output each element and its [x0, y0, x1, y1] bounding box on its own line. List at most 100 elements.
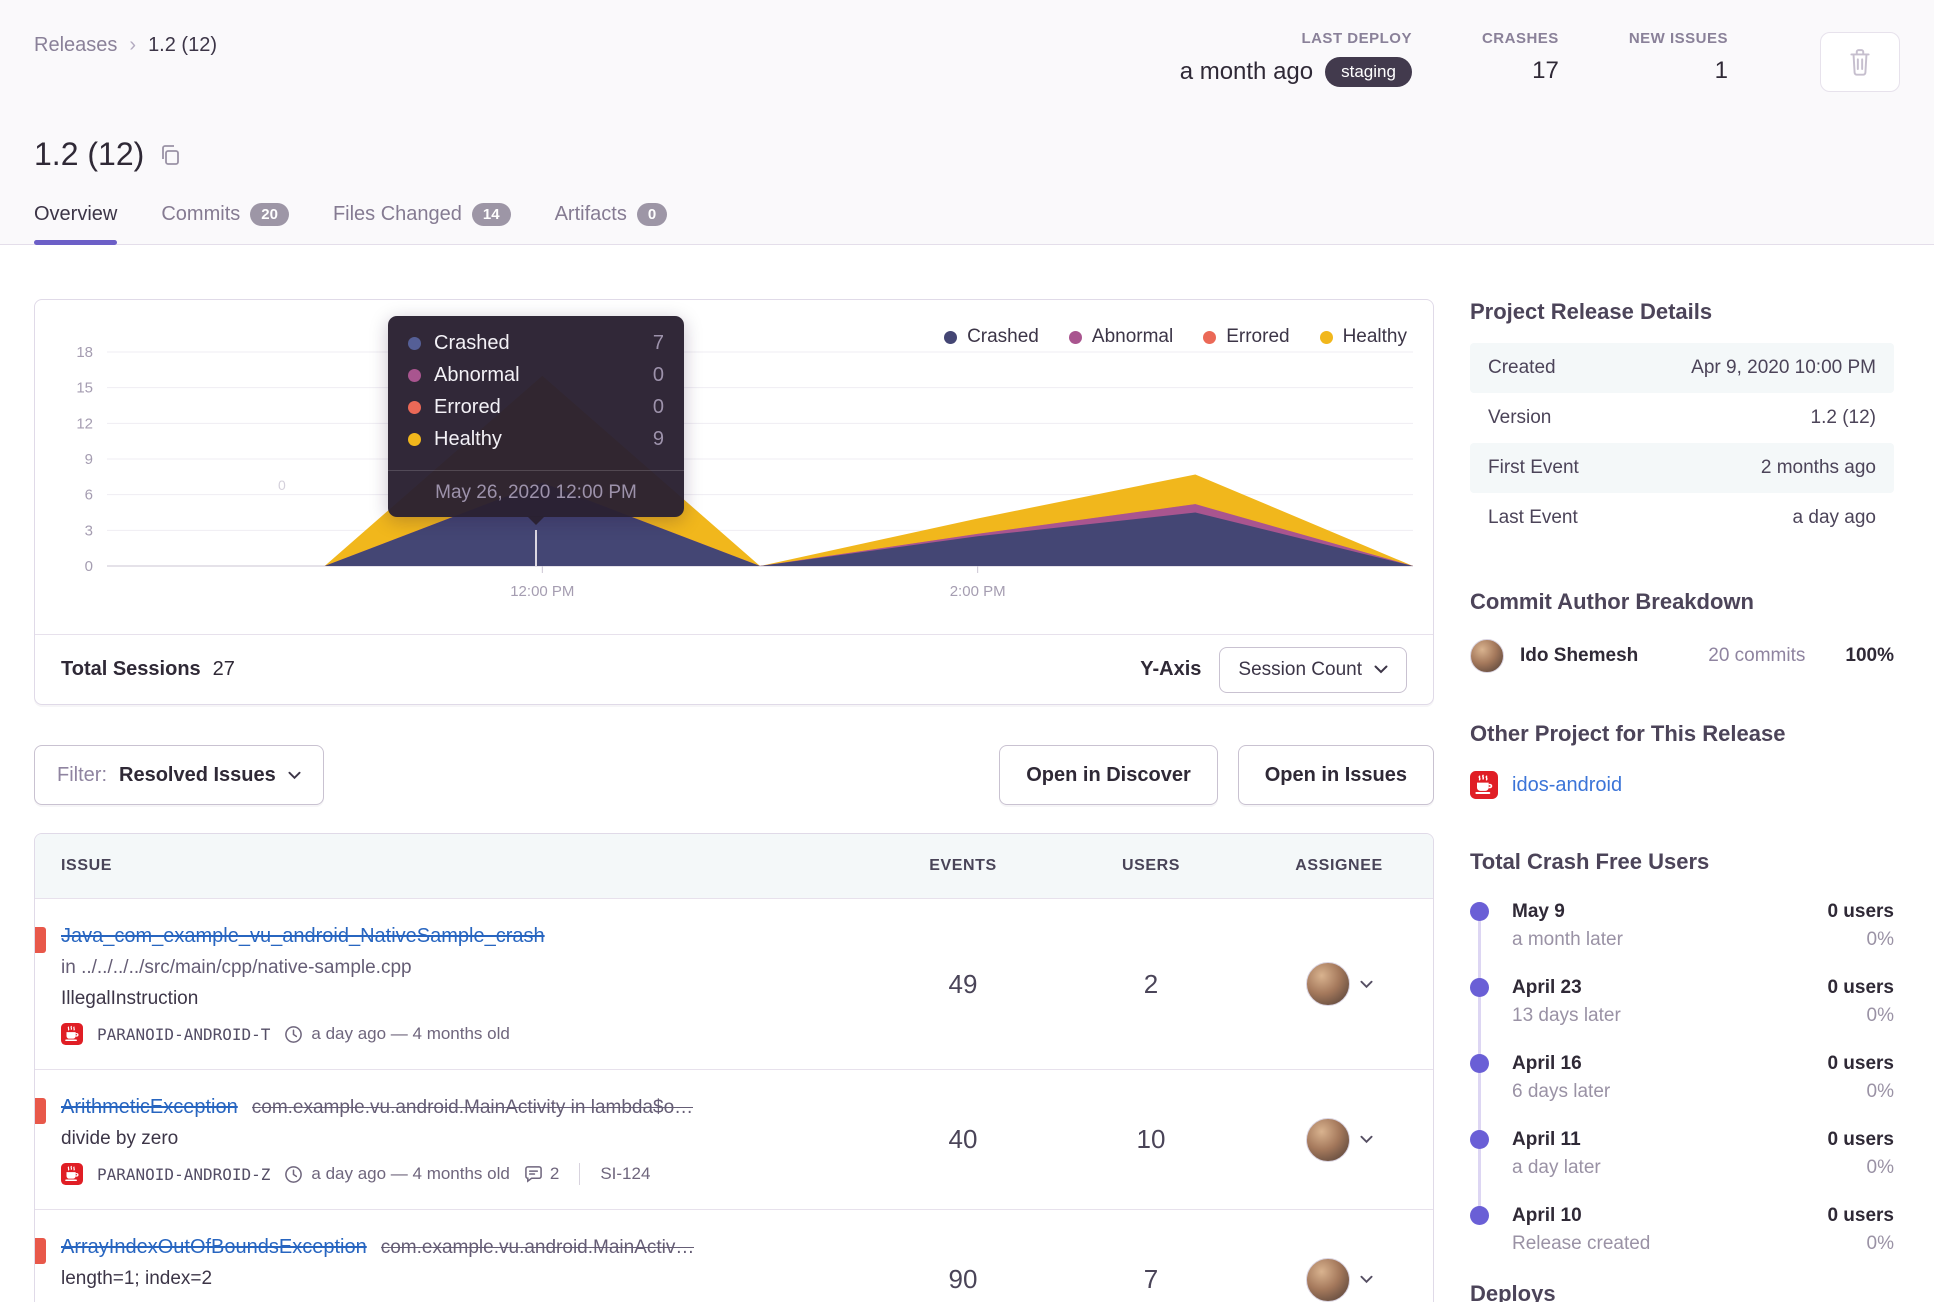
project-slug-link[interactable]: PARANOID-ANDROID-Z	[97, 1165, 270, 1184]
tooltip-series-name: Crashed	[434, 332, 510, 354]
issue-title-link[interactable]: Java_com_example_vu_android_NativeSample…	[61, 925, 545, 948]
project-slug-link[interactable]: PARANOID-ANDROID-T	[97, 1025, 270, 1044]
avatar	[1305, 1257, 1350, 1302]
tooltip-row: Crashed 7	[408, 332, 664, 355]
detail-label: First Event	[1488, 457, 1579, 478]
timeline-subtext: a month later	[1512, 929, 1623, 950]
errored-dot-icon	[1203, 330, 1217, 344]
chart-footer: Total Sessions 27 Y-Axis Session Count	[35, 634, 1433, 704]
crashed-dot-icon	[408, 337, 421, 350]
open-in-discover-button[interactable]: Open in Discover	[999, 745, 1218, 805]
delete-release-button[interactable]	[1820, 32, 1900, 92]
last-deploy-value: a month ago	[1179, 58, 1314, 85]
crash-free-timeline: May 9 0 users a month later 0% April 23 …	[1470, 901, 1894, 1255]
other-project-link[interactable]: idos-android	[1512, 774, 1622, 797]
comment-icon	[524, 1165, 543, 1183]
issue-age: a day ago — 4 months old	[311, 1024, 510, 1043]
other-project-section: Other Project for This Release idos-andr…	[1470, 721, 1894, 799]
tab-files-changed[interactable]: Files Changed 14	[333, 203, 511, 244]
issue-message: divide by zero	[61, 1128, 179, 1149]
tooltip-series-value: 0	[652, 396, 664, 418]
legend-item-abnormal[interactable]: Abnormal	[1068, 326, 1174, 348]
timeline-entry: April 16 0 users 6 days later 0%	[1470, 1053, 1894, 1103]
tab-count-badge: 14	[471, 203, 511, 226]
java-project-icon	[61, 1023, 83, 1045]
breadcrumb-releases-link[interactable]: Releases	[34, 34, 117, 57]
column-header-issue: ISSUE	[61, 857, 113, 874]
filter-label: Filter:	[57, 763, 107, 786]
detail-value: 2 months ago	[1760, 457, 1876, 478]
svg-text:12: 12	[76, 415, 93, 432]
timeline-users: 0 users	[1827, 1129, 1894, 1150]
new-issues-value: 1	[1714, 57, 1728, 84]
tooltip-series-name: Abnormal	[434, 364, 520, 386]
assignee-selector[interactable]	[1305, 1257, 1373, 1302]
author-name: Ido Shemesh	[1520, 645, 1639, 666]
issue-users-count: 10	[1136, 1124, 1166, 1154]
tab-label: Overview	[34, 203, 118, 225]
java-project-icon	[61, 1163, 83, 1185]
legend-item-errored[interactable]: Errored	[1203, 326, 1290, 348]
healthy-dot-icon	[408, 433, 421, 446]
assignee-selector[interactable]	[1305, 1117, 1373, 1162]
divider	[579, 1163, 581, 1185]
tab-overview[interactable]: Overview	[34, 203, 118, 245]
issue-short-id: SI-124	[600, 1164, 651, 1183]
section-heading: Total Crash Free Users	[1470, 849, 1710, 874]
timeline-dot-icon	[1470, 1130, 1489, 1149]
timeline-entry: May 9 0 users a month later 0%	[1470, 901, 1894, 951]
chevron-down-icon	[1359, 980, 1373, 989]
issue-location: in ../../../../src/main/cpp/native-sampl…	[61, 957, 412, 978]
issue-title-link[interactable]: ArrayIndexOutOfBoundsException	[61, 1236, 367, 1259]
timeline-subtext: Release created	[1512, 1233, 1651, 1254]
section-heading: Other Project for This Release	[1470, 721, 1786, 746]
issue-title-link[interactable]: ArithmeticException	[61, 1096, 238, 1119]
table-row: ArithmeticException com.example.vu.andro…	[35, 1069, 1433, 1209]
svg-text:12:00 PM: 12:00 PM	[510, 583, 574, 600]
timeline-date: May 9	[1512, 901, 1565, 922]
open-in-issues-button[interactable]: Open in Issues	[1237, 745, 1434, 805]
issue-culprit: com.example.vu.android.MainActiv…	[380, 1237, 695, 1258]
legend-label: Abnormal	[1091, 326, 1174, 347]
tooltip-row: Errored 0	[408, 396, 664, 419]
legend-item-crashed[interactable]: Crashed	[944, 326, 1039, 348]
svg-text:15: 15	[76, 380, 93, 397]
detail-row-version: Version 1.2 (12)	[1470, 393, 1894, 443]
author-row: Ido Shemesh 20 commits 100%	[1470, 639, 1894, 673]
detail-row-created: Created Apr 9, 2020 10:00 PM	[1470, 343, 1894, 393]
chevron-down-icon	[288, 771, 301, 780]
chevron-right-icon: ›	[129, 34, 137, 56]
timeline-users: 0 users	[1827, 1053, 1894, 1074]
header-stats: LAST DEPLOY a month ago staging CRASHES …	[1180, 30, 1900, 92]
issue-age: a day ago — 4 months old	[311, 1164, 510, 1183]
timeline-percent: 0%	[1866, 1081, 1894, 1102]
tooltip-series-value: 7	[652, 332, 664, 354]
svg-text:18: 18	[76, 344, 93, 361]
deploys-section-heading: Deploys	[1470, 1281, 1556, 1302]
assignee-selector[interactable]	[1305, 962, 1373, 1006]
yaxis-select[interactable]: Session Count	[1219, 646, 1407, 693]
total-sessions-label: Total Sessions	[61, 658, 201, 680]
crashes-value: 17	[1532, 57, 1559, 84]
timeline-date: April 10	[1512, 1205, 1582, 1226]
detail-label: Version	[1488, 407, 1552, 428]
timeline-percent: 0%	[1866, 929, 1894, 950]
tab-artifacts[interactable]: Artifacts 0	[555, 203, 668, 244]
issues-filter-select[interactable]: Filter: Resolved Issues	[34, 745, 324, 805]
legend-label: Crashed	[967, 326, 1039, 347]
timeline-entry: April 23 0 users 13 days later 0%	[1470, 977, 1894, 1027]
legend-item-healthy[interactable]: Healthy	[1319, 326, 1407, 348]
tab-commits[interactable]: Commits 20	[161, 203, 289, 244]
unhandled-marker-icon	[35, 1098, 46, 1124]
release-details-section: Project Release Details Created Apr 9, 2…	[1470, 299, 1894, 543]
table-row: Java_com_example_vu_android_NativeSample…	[35, 898, 1433, 1069]
column-header-events: EVENTS	[929, 857, 997, 874]
detail-row-first-event: First Event 2 months ago	[1470, 443, 1894, 493]
detail-value: 1.2 (12)	[1810, 407, 1876, 428]
timeline-subtext: 13 days later	[1512, 1005, 1621, 1026]
copy-icon[interactable]	[158, 143, 182, 167]
trash-icon	[1847, 48, 1873, 76]
tab-label: Commits	[161, 203, 241, 225]
avatar	[1305, 1117, 1350, 1162]
stat-new-issues: NEW ISSUES 1	[1629, 30, 1728, 85]
